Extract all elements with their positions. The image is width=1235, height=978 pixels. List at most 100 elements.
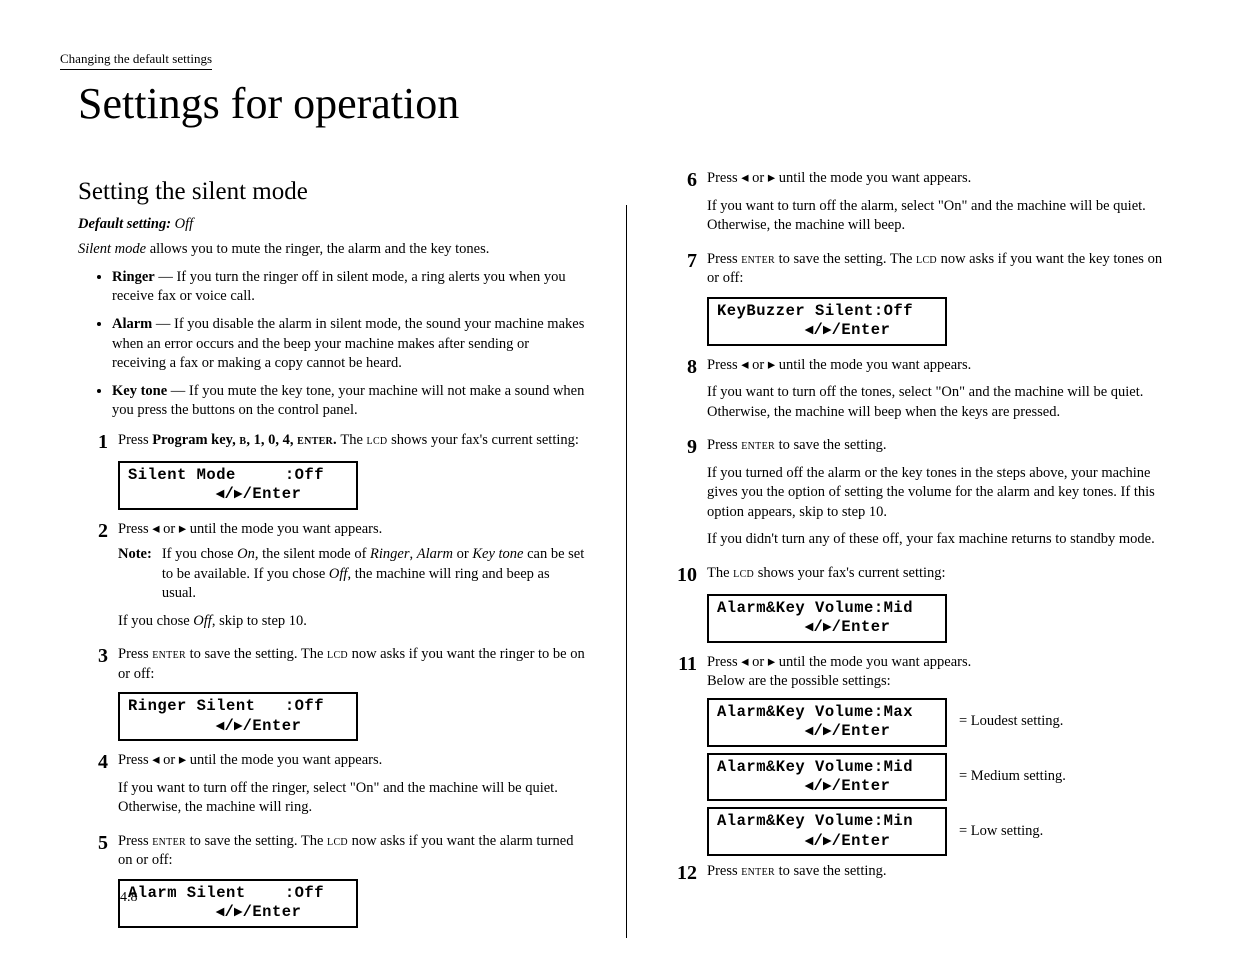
- step-number: 1: [78, 431, 108, 453]
- right-column: 6 Press ◂ or ▸ until the mode you want a…: [667, 163, 1175, 938]
- step-2: 2 Press ◂ or ▸ until the mode you want a…: [78, 520, 586, 640]
- section-title: Setting the silent mode: [78, 175, 586, 209]
- step-number: 4: [78, 751, 108, 826]
- lcd-ringer-silent: Ringer Silent :Off ◂/▸/Enter: [118, 692, 358, 741]
- t: to save the setting. The: [186, 646, 327, 662]
- definition-list: Ringer — If you turn the ringer off in s…: [78, 268, 586, 421]
- t: The: [707, 565, 733, 581]
- t: Alarm: [417, 546, 453, 562]
- t: Press ◂ or ▸ until the mode you want app…: [707, 169, 1175, 189]
- volume-max-row: Alarm&Key Volume:Max ◂/▸/Enter = Loudest…: [707, 698, 1175, 747]
- t: to save the setting.: [775, 437, 887, 453]
- def-name: Alarm: [112, 316, 152, 332]
- page-title: Settings for operation: [78, 74, 1175, 133]
- t: Press: [118, 833, 152, 849]
- def-ringer: Ringer — If you turn the ringer off in s…: [112, 268, 586, 307]
- def-text: — If you turn the ringer off in silent m…: [112, 269, 566, 305]
- step-number: 6: [667, 169, 697, 244]
- t: Below are the possible settings:: [707, 672, 1175, 692]
- lcd-silent-mode: Silent Mode :Off ◂/▸/Enter: [118, 461, 358, 510]
- t: If you didn't turn any of these off, you…: [707, 530, 1175, 550]
- step-number: 5: [78, 832, 108, 871]
- step-number: 9: [667, 436, 697, 558]
- t: The: [337, 432, 367, 448]
- t: enter: [741, 437, 775, 453]
- column-divider: [626, 205, 627, 938]
- step-9: 9 Press enter to save the setting. If yo…: [667, 436, 1175, 558]
- skip-text: If you chose Off, skip to step 10.: [118, 612, 586, 632]
- t: enter: [152, 833, 186, 849]
- t: to save the setting.: [775, 863, 887, 879]
- t: to save the setting. The: [775, 251, 916, 267]
- t: Press ◂ or ▸ until the mode you want app…: [707, 653, 1175, 673]
- step-number: 12: [667, 862, 697, 884]
- t: If you chose: [118, 613, 193, 629]
- note-label: Note:: [118, 545, 152, 604]
- t: lcd: [733, 565, 754, 581]
- t: , 1, 0, 4,: [246, 432, 297, 448]
- note-text: If you chose On, the silent mode of Ring…: [162, 545, 586, 604]
- lcd-volume-min: Alarm&Key Volume:Min ◂/▸/Enter: [707, 807, 947, 856]
- t: Ringer: [370, 546, 409, 562]
- step-number: 3: [78, 645, 108, 684]
- def-text: — If you disable the alarm in silent mod…: [112, 316, 584, 371]
- breadcrumb: Changing the default settings: [60, 50, 212, 70]
- lcd-alarm-silent: Alarm Silent :Off ◂/▸/Enter: [118, 879, 358, 928]
- volume-min-row: Alarm&Key Volume:Min ◂/▸/Enter = Low set…: [707, 807, 1175, 856]
- step-number: 2: [78, 520, 108, 640]
- lcd-alarmkey-volume: Alarm&Key Volume:Mid ◂/▸/Enter: [707, 594, 947, 643]
- t: If you chose: [162, 546, 237, 562]
- step-3: 3 Press enter to save the setting. The l…: [78, 645, 586, 684]
- step-number: 7: [667, 250, 697, 289]
- def-name: Key tone: [112, 383, 167, 399]
- t: Press: [118, 432, 152, 448]
- intro-text: Silent mode allows you to mute the ringe…: [78, 240, 586, 260]
- t: If you turned off the alarm or the key t…: [707, 464, 1175, 523]
- t: Key tone: [472, 546, 523, 562]
- t: Press ◂ or ▸ until the mode you want app…: [118, 520, 586, 540]
- t: lcd: [327, 833, 348, 849]
- page-number: 4.8: [120, 889, 138, 908]
- intro-em: Silent mode: [78, 241, 146, 257]
- t: If you want to turn off the alarm, selec…: [707, 197, 1175, 236]
- lcd-keybuzzer-silent: KeyBuzzer Silent:Off ◂/▸/Enter: [707, 297, 947, 346]
- def-keytone: Key tone — If you mute the key tone, you…: [112, 382, 586, 421]
- lcd-volume-mid: Alarm&Key Volume:Mid ◂/▸/Enter: [707, 753, 947, 802]
- t: , the silent mode of: [255, 546, 370, 562]
- t: enter: [741, 863, 775, 879]
- t: Press: [118, 646, 152, 662]
- t: If you want to turn off the ringer, sele…: [118, 779, 586, 818]
- t: Press: [707, 863, 741, 879]
- step-6: 6 Press ◂ or ▸ until the mode you want a…: [667, 169, 1175, 244]
- volume-max-caption: = Loudest setting.: [959, 712, 1063, 732]
- t: Press ◂ or ▸ until the mode you want app…: [118, 751, 586, 771]
- t: enter: [152, 646, 186, 662]
- step-4: 4 Press ◂ or ▸ until the mode you want a…: [78, 751, 586, 826]
- left-column: Setting the silent mode Default setting:…: [78, 163, 586, 938]
- step-10: 10 The lcd shows your fax's current sett…: [667, 564, 1175, 586]
- t: lcd: [916, 251, 937, 267]
- step-12: 12 Press enter to save the setting.: [667, 862, 1175, 884]
- def-name: Ringer: [112, 269, 155, 285]
- intro-rest: allows you to mute the ringer, the alarm…: [146, 241, 489, 257]
- default-value: Off: [175, 216, 194, 232]
- default-label: Default setting:: [78, 216, 171, 232]
- step-11: 11 Press ◂ or ▸ until the mode you want …: [667, 653, 1175, 692]
- t: Off: [329, 566, 348, 582]
- step-number: 10: [667, 564, 697, 586]
- step-7: 7 Press enter to save the setting. The l…: [667, 250, 1175, 289]
- step-1: 1 Press Program key, b, 1, 0, 4, enter. …: [78, 431, 586, 453]
- def-alarm: Alarm — If you disable the alarm in sile…: [112, 315, 586, 374]
- volume-mid-caption: = Medium setting.: [959, 767, 1066, 787]
- t: enter: [741, 251, 775, 267]
- t: to save the setting. The: [186, 833, 327, 849]
- volume-mid-row: Alarm&Key Volume:Mid ◂/▸/Enter = Medium …: [707, 753, 1175, 802]
- t: ,: [410, 546, 417, 562]
- def-text: — If you mute the key tone, your machine…: [112, 383, 584, 419]
- t: or: [453, 546, 472, 562]
- step-5: 5 Press enter to save the setting. The l…: [78, 832, 586, 871]
- t: enter.: [297, 432, 337, 448]
- volume-min-caption: = Low setting.: [959, 822, 1043, 842]
- t: lcd: [327, 646, 348, 662]
- t: Press: [707, 437, 741, 453]
